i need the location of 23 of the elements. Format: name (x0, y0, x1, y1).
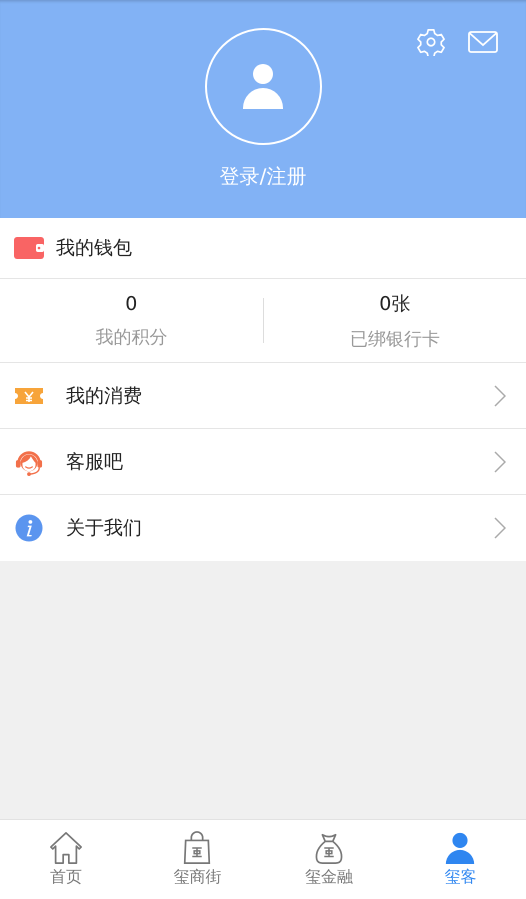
chevron-right-icon (494, 517, 506, 539)
home-icon (48, 831, 83, 865)
tab[interactable]: 玺金融 (263, 820, 394, 899)
wallet-title: 我的钱包 (56, 236, 132, 261)
stat-label: 我的积分 (95, 326, 168, 348)
mail-icon[interactable] (468, 28, 498, 56)
stat-label: 已绑银行卡 (350, 328, 440, 350)
settings-icon[interactable] (416, 28, 446, 56)
person-icon (242, 64, 284, 110)
tab[interactable]: 玺客 (394, 820, 526, 899)
menu-item[interactable]: 我的消费 (0, 363, 526, 429)
stat-value: 0张 (379, 292, 410, 316)
chevron-right-icon (494, 384, 506, 406)
wallet-row[interactable]: 我的钱包 (0, 218, 526, 279)
info-icon (14, 514, 44, 542)
stat-value: 0 (125, 292, 138, 314)
tab[interactable]: 玺商街 (132, 820, 263, 899)
avatar[interactable] (204, 28, 322, 145)
wallet-icon (14, 236, 44, 260)
chevron-right-icon (494, 450, 506, 472)
tab[interactable]: 首页 (0, 820, 132, 899)
menu-item[interactable]: 关于我们 (0, 495, 526, 561)
menu-item[interactable]: 客服吧 (0, 429, 526, 495)
